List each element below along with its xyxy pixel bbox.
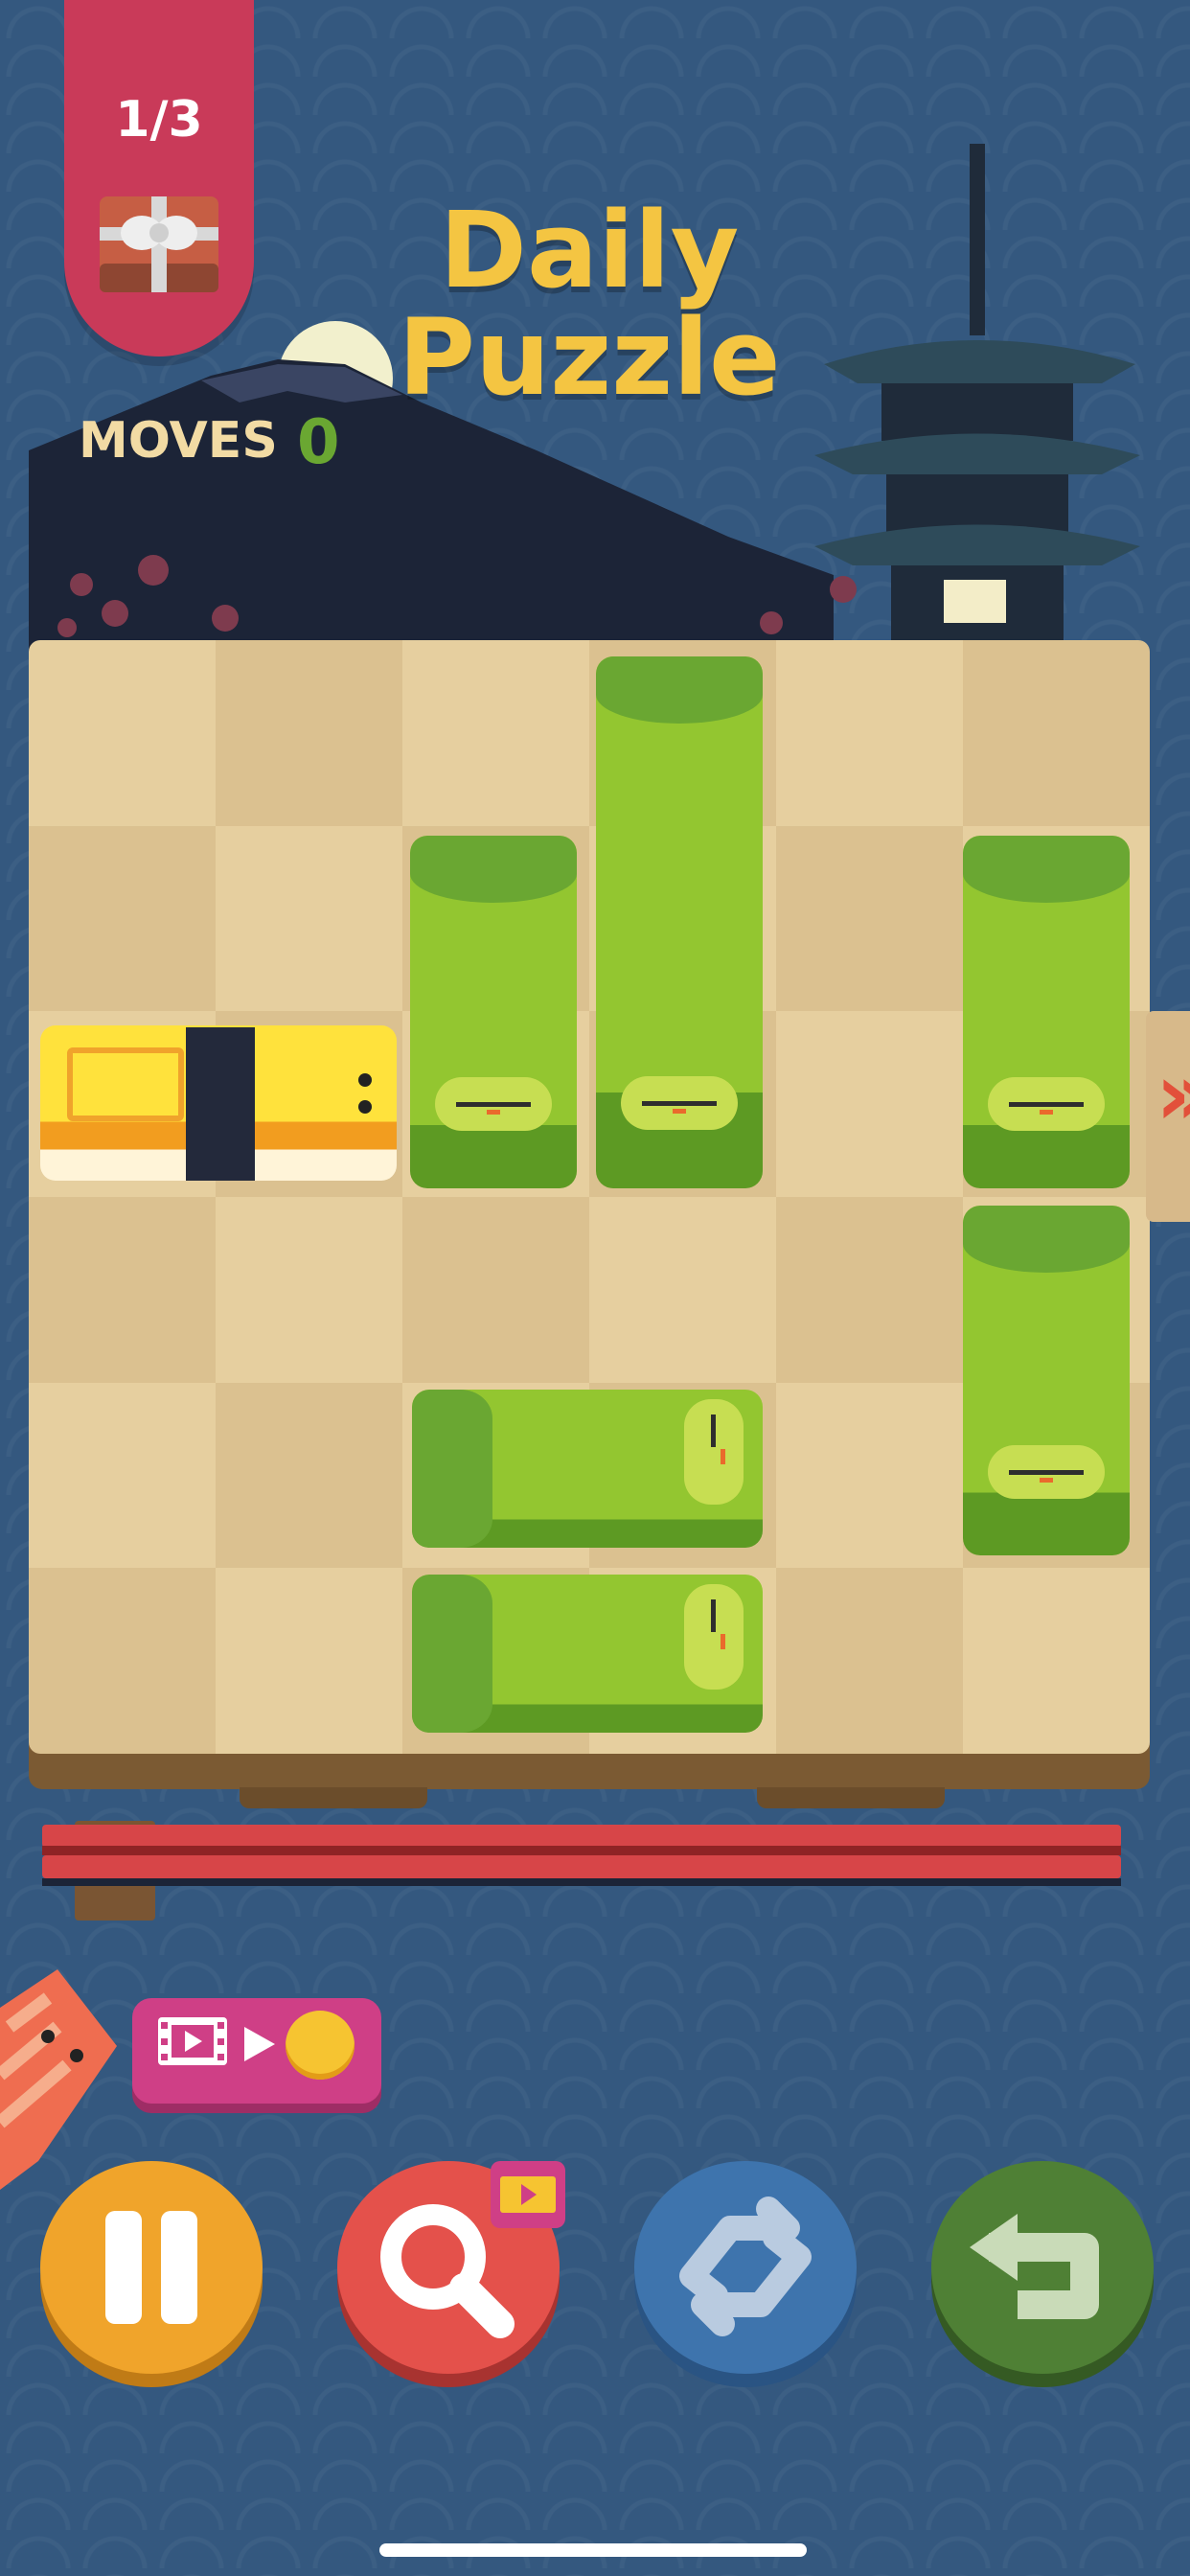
moves-label: MOVES	[79, 412, 278, 470]
board-leg-right	[757, 1787, 945, 1808]
board-cell	[216, 1382, 402, 1569]
board-cell	[402, 1197, 589, 1383]
title-line-1: Daily	[439, 189, 740, 311]
egg-swirl	[67, 1047, 184, 1121]
board-cell	[776, 1382, 963, 1569]
exit-arrow-icon: »	[1156, 1052, 1190, 1138]
wasabi-vertical-4[interactable]	[963, 1206, 1130, 1555]
board-cell	[776, 825, 963, 1012]
board-cell	[216, 640, 402, 826]
wasabi-face-icon	[988, 1445, 1105, 1499]
wasabi-face-icon	[684, 1584, 744, 1690]
refresh-arrows-icon	[679, 2196, 812, 2336]
wasabi-face-icon	[684, 1399, 744, 1505]
board-cell	[29, 640, 216, 826]
board-cell	[216, 1568, 402, 1754]
pause-button[interactable]	[40, 2161, 263, 2374]
coin-icon	[286, 2011, 355, 2080]
board-cell	[29, 825, 216, 1012]
undo-arrow-icon	[970, 2214, 1099, 2319]
wasabi-cap	[963, 836, 1130, 903]
wasabi-face-icon	[621, 1076, 738, 1130]
wasabi-horizontal-1[interactable]	[412, 1390, 763, 1548]
chopstick-shadow	[42, 1878, 1121, 1886]
nori-band	[186, 1027, 255, 1181]
wasabi-cap	[410, 836, 577, 903]
puzzle-progress: 1/3	[115, 91, 203, 149]
board-cell	[29, 1382, 216, 1569]
gift-icon	[100, 196, 218, 292]
film-icon	[158, 2017, 227, 2065]
board-cell	[29, 1197, 216, 1383]
pause-icon	[105, 2211, 197, 2324]
chopstick-top	[42, 1825, 1121, 1848]
home-indicator[interactable]	[379, 2543, 807, 2557]
film-icon	[491, 2161, 565, 2228]
wasabi-face-icon	[435, 1077, 552, 1131]
board-cell	[963, 1568, 1150, 1754]
chopstick-divider	[42, 1846, 1121, 1855]
wasabi-horizontal-2[interactable]	[412, 1575, 763, 1733]
page-title: Daily Puzzle	[364, 196, 814, 411]
salmon-mascot	[0, 1969, 117, 2190]
wasabi-cap	[412, 1390, 492, 1548]
pagoda-icon	[814, 144, 1140, 642]
play-icon	[244, 2027, 275, 2061]
board-cell	[776, 1197, 963, 1383]
board-cell	[776, 1011, 963, 1198]
board-cell	[776, 640, 963, 826]
board-leg-left	[240, 1787, 427, 1808]
wasabi-face-icon	[988, 1077, 1105, 1131]
title-line-2: Puzzle	[398, 296, 781, 419]
egg-eye-icon	[358, 1073, 372, 1087]
board-cell	[216, 825, 402, 1012]
chopstick-bottom	[42, 1855, 1121, 1878]
wasabi-cap	[596, 656, 763, 724]
wasabi-cap	[412, 1575, 492, 1733]
undo-button[interactable]	[931, 2161, 1154, 2374]
restart-button[interactable]	[634, 2161, 857, 2374]
board-cell	[29, 1568, 216, 1754]
board-cell	[963, 640, 1150, 826]
wasabi-vertical-2[interactable]	[596, 656, 763, 1188]
egg-eye-icon	[358, 1100, 372, 1114]
moves-counter: 0	[297, 407, 340, 478]
board-cell	[216, 1197, 402, 1383]
board-cell	[776, 1568, 963, 1754]
board-cell	[402, 640, 589, 826]
board-cell	[589, 1197, 776, 1383]
wasabi-vertical-1[interactable]	[410, 836, 577, 1188]
wasabi-cap	[963, 1206, 1130, 1273]
wasabi-vertical-3[interactable]	[963, 836, 1130, 1188]
